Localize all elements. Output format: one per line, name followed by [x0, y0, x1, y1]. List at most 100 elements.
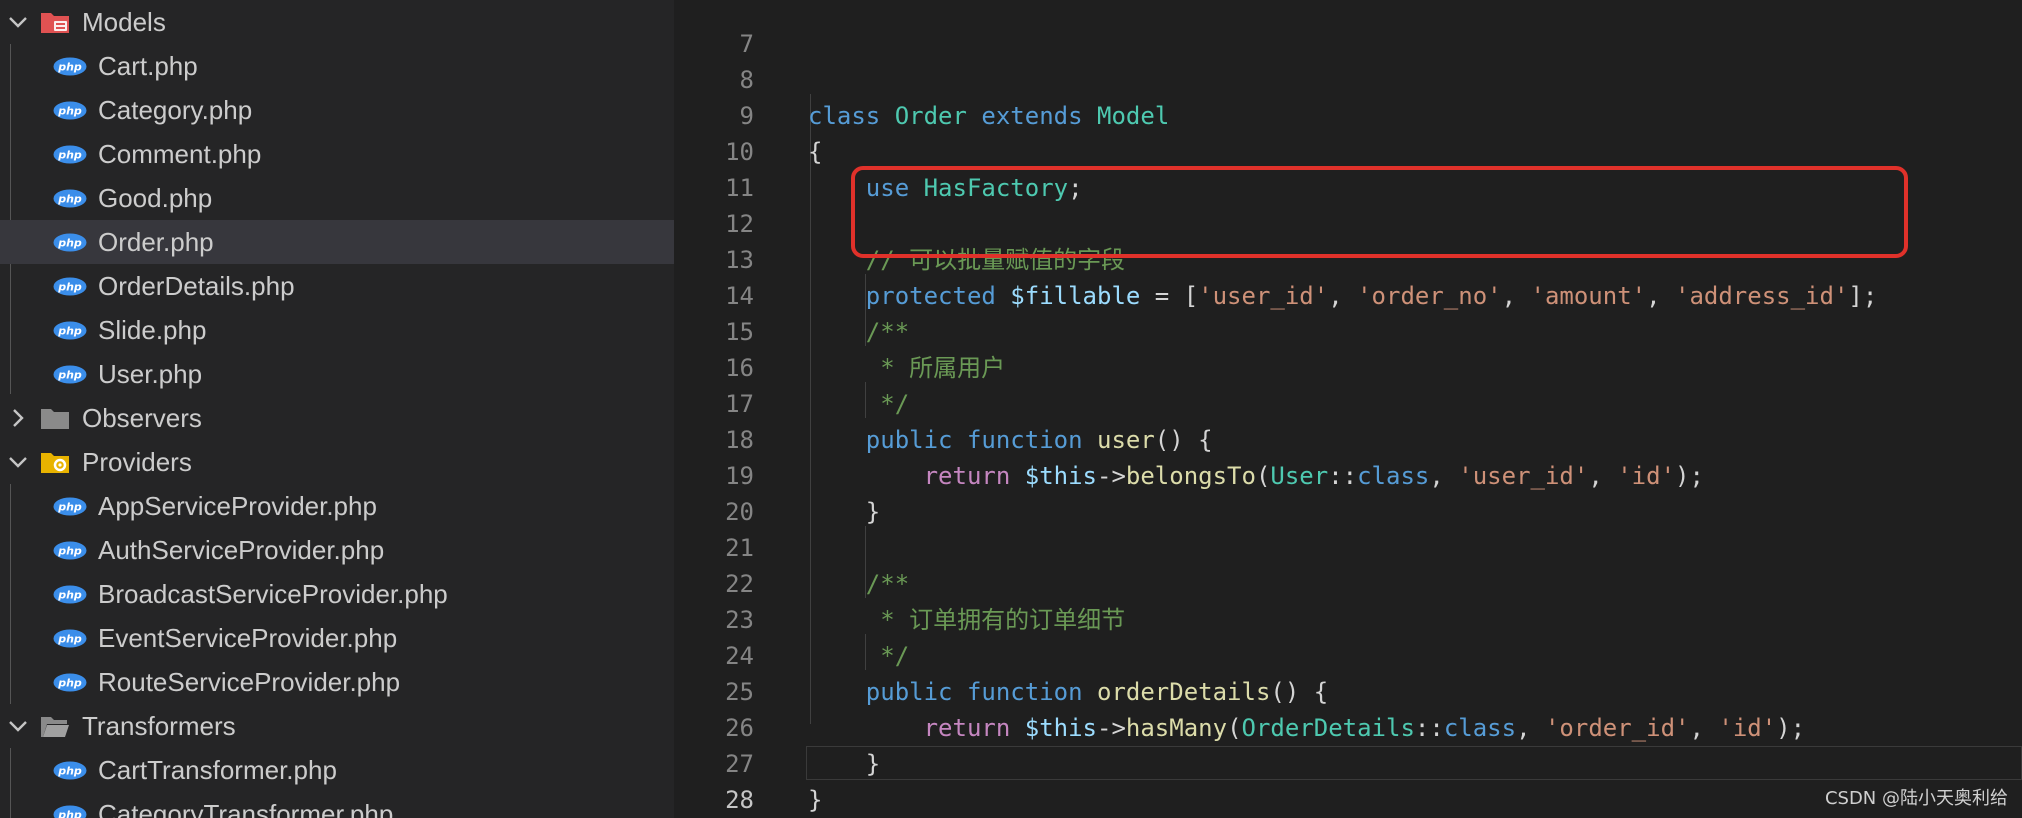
token-punct: }	[808, 786, 823, 814]
folder-open-icon	[41, 717, 69, 737]
svg-text:php: php	[57, 61, 82, 74]
file-label: Good.php	[98, 183, 213, 213]
code-line: 16 */	[674, 314, 2022, 418]
file-item[interactable]: php OrderDetails.php	[0, 264, 674, 308]
svg-text:php: php	[57, 369, 82, 382]
file-item[interactable]: php Comment.php	[0, 132, 674, 176]
line-text: }	[808, 782, 822, 818]
file-item[interactable]: php AppServiceProvider.php	[0, 484, 674, 528]
watermark: CSDN @陆小天奥利给	[1824, 788, 2008, 809]
php-file-icon: php	[53, 629, 87, 648]
file-label: Category.php	[98, 95, 253, 125]
svg-text:php: php	[57, 501, 82, 514]
file-item[interactable]: php Good.php	[0, 176, 674, 220]
annotation-highlight-box	[851, 166, 1908, 258]
svg-text:php: php	[57, 809, 82, 818]
php-file-icon: php	[53, 805, 87, 818]
file-label: OrderDetails.php	[98, 271, 295, 301]
php-file-icon: php	[53, 673, 87, 692]
file-label: RouteServiceProvider.php	[98, 667, 401, 697]
svg-text:php: php	[57, 589, 82, 602]
code-line: 7	[674, 0, 2022, 58]
php-file-icon: php	[53, 145, 87, 164]
code-line: 10 use HasFactory;	[674, 98, 2022, 202]
php-file-icon: php	[53, 497, 87, 516]
code-line: 20	[674, 458, 2022, 526]
code-line: 19 }	[674, 422, 2022, 526]
php-file-icon: php	[53, 365, 87, 384]
code-line: 24 public function orderDetails() {	[674, 602, 2022, 706]
svg-text:php: php	[57, 193, 82, 206]
folder-observers[interactable]: Observers	[0, 396, 674, 440]
php-file-icon: php	[53, 277, 87, 296]
code-line: 17 public function user() {	[674, 350, 2022, 454]
code-line: 11	[674, 134, 2022, 202]
folder-label: Observers	[82, 403, 202, 433]
svg-text:php: php	[57, 237, 82, 250]
file-item[interactable]: php RouteServiceProvider.php	[0, 660, 674, 704]
folder-label: Models	[82, 7, 166, 37]
file-item[interactable]: php EventServiceProvider.php	[0, 616, 674, 660]
php-file-icon: php	[53, 321, 87, 340]
svg-text:php: php	[57, 325, 82, 338]
file-item-selected[interactable]: php Order.php	[0, 220, 674, 264]
code-line: 26 }	[674, 674, 2022, 778]
line-number: 28	[725, 786, 754, 814]
file-item[interactable]: php Cart.php	[0, 44, 674, 88]
file-label: Cart.php	[98, 51, 198, 81]
folder-providers-icon	[41, 453, 69, 473]
file-item[interactable]: php CartTransformer.php	[0, 748, 674, 792]
file-label: Slide.php	[98, 315, 207, 345]
svg-text:php: php	[57, 677, 82, 690]
code-line: 21 /**	[674, 494, 2022, 598]
file-label: Order.php	[98, 227, 214, 257]
file-label: AuthServiceProvider.php	[98, 535, 385, 565]
code-line: 25 return $this->hasMany(OrderDetails::c…	[674, 638, 2022, 742]
folder-models-icon	[41, 13, 69, 33]
code-line: 23 */	[674, 566, 2022, 670]
file-item[interactable]: php Category.php	[0, 88, 674, 132]
folder-providers[interactable]: Providers	[0, 440, 674, 484]
file-label: AppServiceProvider.php	[98, 491, 377, 521]
file-label: Comment.php	[98, 139, 262, 169]
folder-icon	[41, 409, 69, 429]
php-file-icon: php	[53, 57, 87, 76]
svg-text:php: php	[57, 281, 82, 294]
code-line: 18 return $this->belongsTo(User::class, …	[674, 386, 2022, 490]
svg-text:php: php	[57, 149, 82, 162]
file-label: User.php	[98, 359, 203, 389]
folder-label: Transformers	[82, 711, 236, 741]
chevron-down-icon	[9, 17, 27, 28]
chevron-down-icon	[9, 721, 27, 732]
code-line: 8 class Order extends Model	[674, 26, 2022, 130]
file-explorer: Models php Cart.php php Category.php php…	[0, 0, 674, 818]
php-file-icon: php	[53, 541, 87, 560]
code-line: 15 * 所属用户	[674, 278, 2022, 382]
file-label: CartTransformer.php	[98, 755, 337, 785]
svg-text:php: php	[57, 765, 82, 778]
code-editor[interactable]: 7 8 class Order extends Model 9 { 10 use…	[674, 0, 2022, 818]
chevron-right-icon	[13, 409, 24, 427]
php-file-icon: php	[53, 101, 87, 120]
folder-models[interactable]: Models	[0, 0, 674, 44]
svg-text:php: php	[57, 545, 82, 558]
svg-text:php: php	[57, 633, 82, 646]
file-item[interactable]: php Slide.php	[0, 308, 674, 352]
file-label: CategoryTransformer.php	[98, 799, 394, 818]
file-label: BroadcastServiceProvider.php	[98, 579, 448, 609]
code-line: 27 }	[674, 710, 2022, 814]
file-item[interactable]: php CategoryTransformer.php	[0, 792, 674, 818]
file-item[interactable]: php AuthServiceProvider.php	[0, 528, 674, 572]
folder-transformers[interactable]: Transformers	[0, 704, 674, 748]
svg-text:php: php	[57, 105, 82, 118]
php-file-icon: php	[53, 761, 87, 780]
php-file-icon: php	[53, 585, 87, 604]
chevron-down-icon	[9, 457, 27, 468]
file-label: EventServiceProvider.php	[98, 623, 398, 653]
folder-label: Providers	[82, 447, 192, 477]
code-line: 9 {	[674, 62, 2022, 166]
php-file-icon: php	[53, 233, 87, 252]
file-item[interactable]: php User.php	[0, 352, 674, 396]
file-item[interactable]: php BroadcastServiceProvider.php	[0, 572, 674, 616]
php-file-icon: php	[53, 189, 87, 208]
